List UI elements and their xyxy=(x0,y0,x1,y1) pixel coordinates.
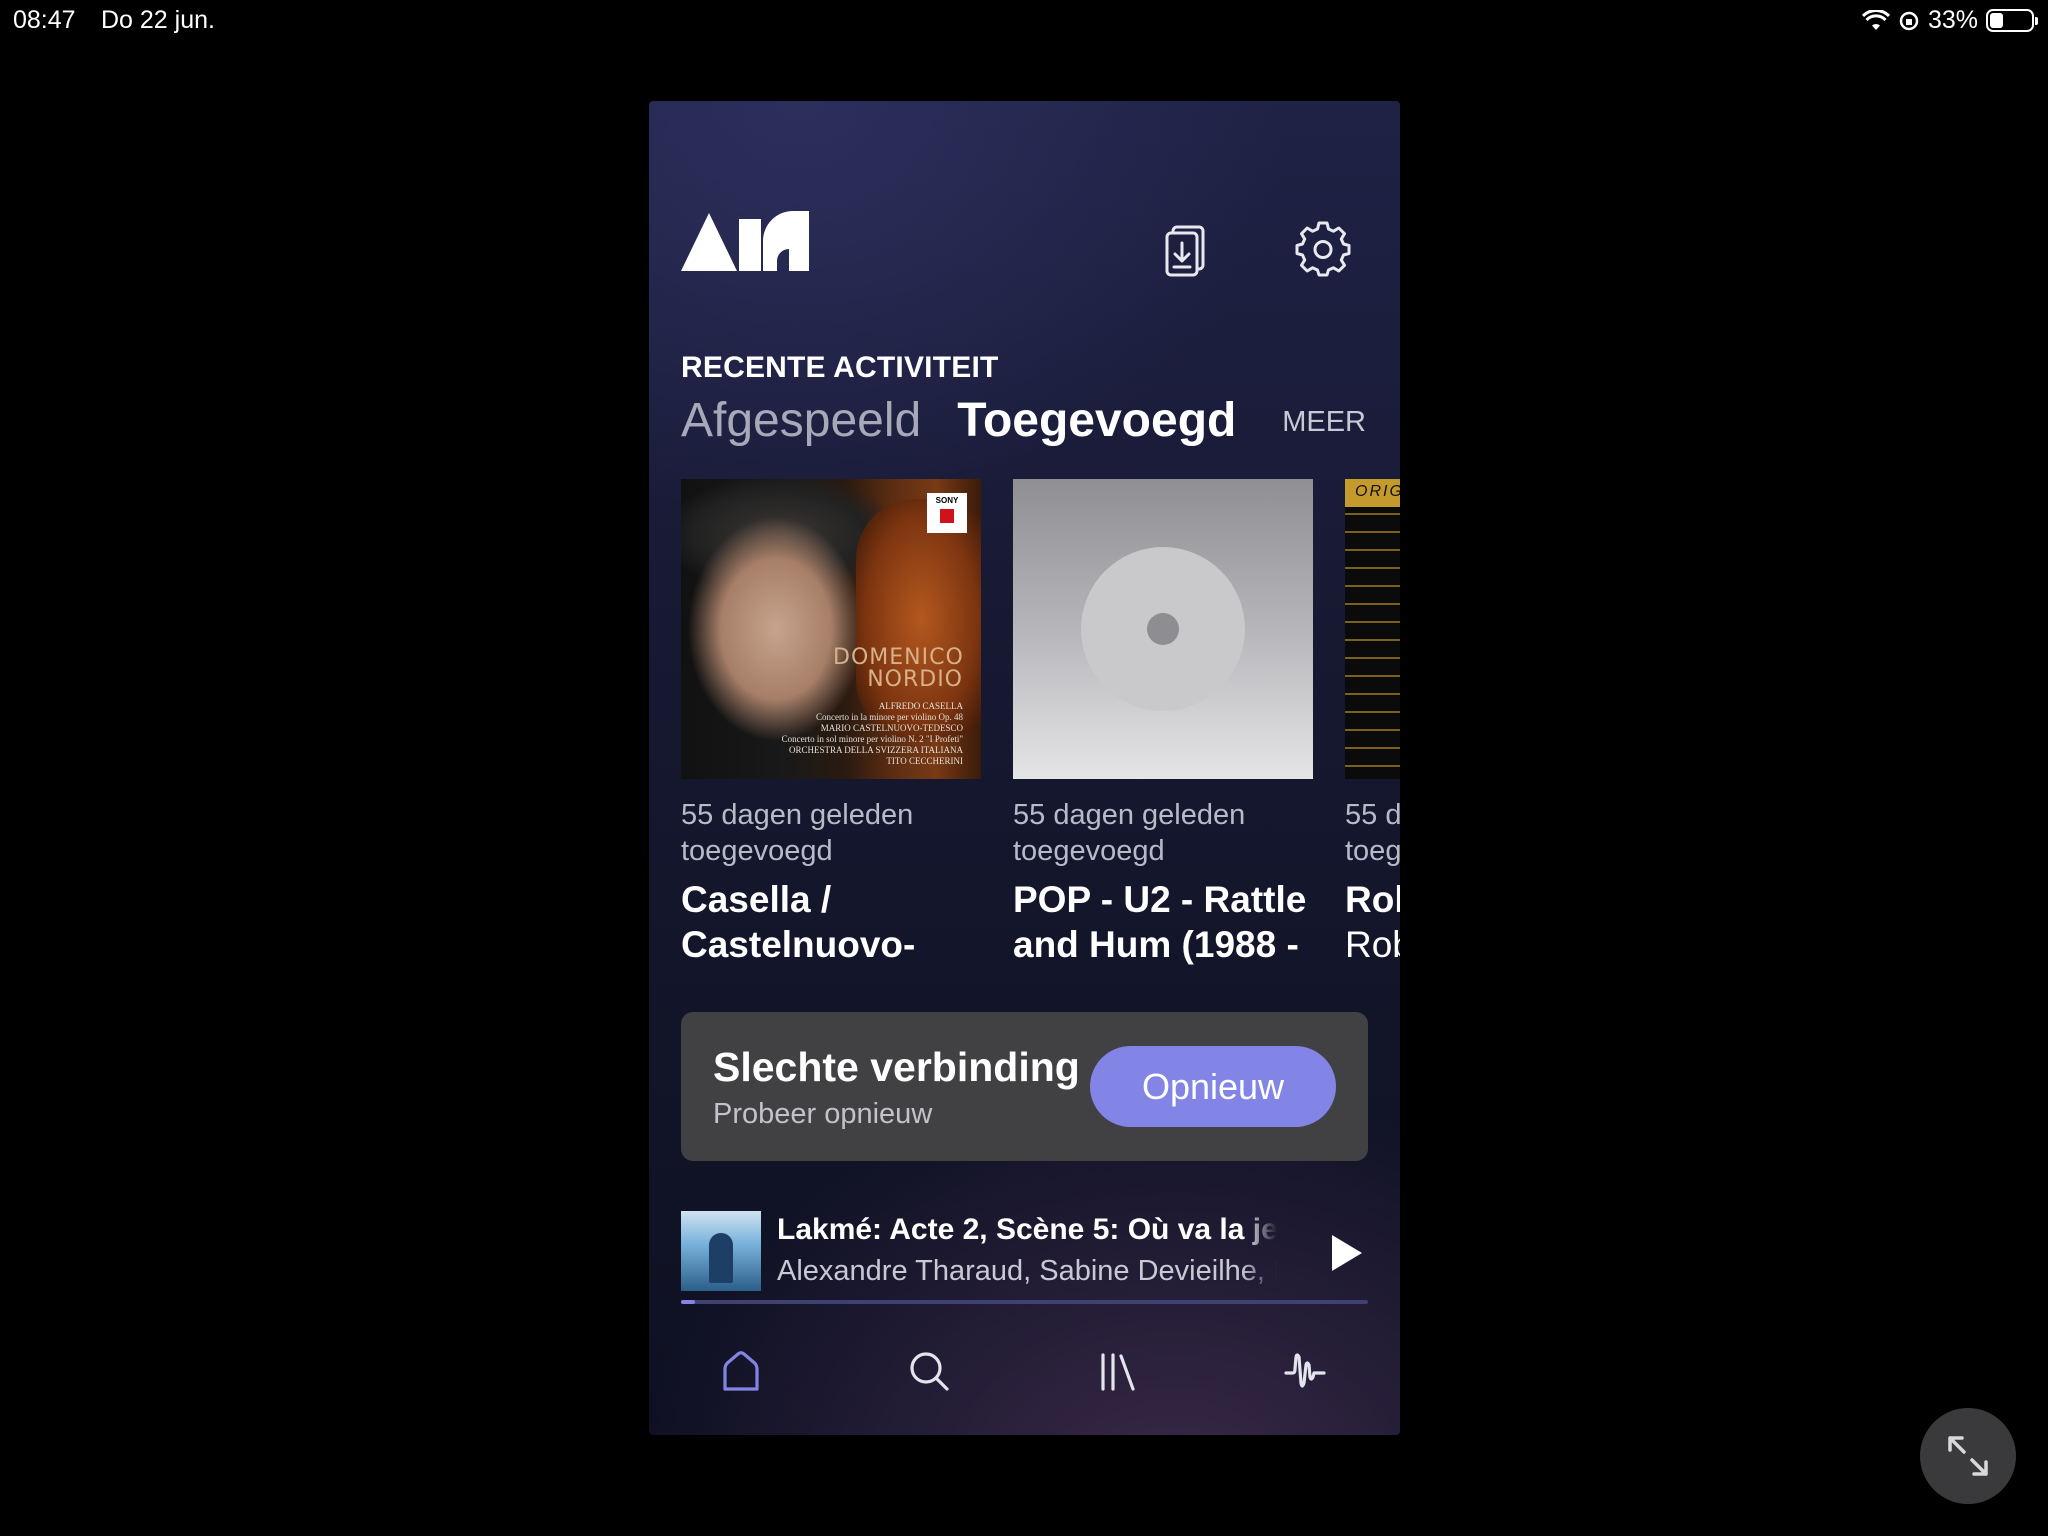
library-icon xyxy=(1101,1353,1135,1391)
album-cover[interactable]: ORIG xyxy=(1345,479,1400,779)
retry-button[interactable]: Opnieuw xyxy=(1090,1046,1336,1127)
nav-search[interactable] xyxy=(899,1341,959,1401)
album-card[interactable]: ORIG 55 d toeg Rol Rob xyxy=(1345,479,1400,967)
battery-icon xyxy=(1986,9,2038,32)
play-icon[interactable] xyxy=(1320,1229,1368,1277)
battery-percent: 33% xyxy=(1927,6,1978,34)
playback-progress-fill xyxy=(681,1300,695,1304)
waveform-icon xyxy=(1284,1353,1326,1388)
status-time: 08:47 xyxy=(13,6,76,34)
album-cover[interactable]: SONY DOMENICO NORDIO ALFREDO CASELLA Con… xyxy=(681,479,981,779)
wifi-icon xyxy=(1861,9,1890,30)
album-title: Rol Rob xyxy=(1345,879,1400,965)
nav-home[interactable] xyxy=(711,1341,771,1401)
gear-icon[interactable] xyxy=(1295,221,1351,277)
now-playing-cover[interactable] xyxy=(681,1211,761,1291)
album-cover[interactable] xyxy=(1013,479,1313,779)
status-indicators: 33% xyxy=(1861,6,2038,35)
tab-toegevoegd[interactable]: Toegevoegd xyxy=(957,393,1236,448)
status-date: Do 22 jun. xyxy=(101,6,215,34)
album-title: POP - U2 - Rattle and Hum (1988 - xyxy=(1013,879,1307,965)
more-link[interactable]: MEER xyxy=(1282,406,1366,439)
mini-player[interactable]: Lakmé: Acte 2, Scène 5: Où va la jeune A… xyxy=(681,1211,1368,1301)
nav-library[interactable] xyxy=(1087,1341,1147,1401)
album-card[interactable]: 55 dagen geleden toegevoegd POP - U2 - R… xyxy=(1013,479,1313,967)
download-device-icon[interactable] xyxy=(1159,221,1215,277)
tab-afgespeeld[interactable]: Afgespeeld xyxy=(681,393,921,448)
battery-level xyxy=(1990,13,2004,28)
status-bar: 08:47 Do 22 jun. 33% xyxy=(0,0,2048,40)
connection-banner: Slechte verbinding Probeer opnieuw Opnie… xyxy=(681,1012,1368,1161)
search-icon xyxy=(910,1352,949,1391)
orientation-lock-icon xyxy=(1899,11,1919,30)
nav-activity[interactable] xyxy=(1275,1341,1335,1401)
app-logo-icon xyxy=(681,211,809,271)
bottom-nav xyxy=(649,1341,1400,1421)
recent-carousel: SONY DOMENICO NORDIO ALFREDO CASELLA Con… xyxy=(681,479,1400,1079)
album-card[interactable]: SONY DOMENICO NORDIO ALFREDO CASELLA Con… xyxy=(681,479,981,967)
album-meta: 55 d toeg xyxy=(1345,799,1400,867)
cover-banner: ORIG xyxy=(1345,479,1400,507)
section-title: RECENTE ACTIVITEIT xyxy=(681,351,999,384)
home-icon xyxy=(723,1351,759,1391)
sony-logo: SONY xyxy=(927,493,967,533)
recent-tabs: Afgespeeld Toegevoegd xyxy=(681,393,1236,448)
cover-artist: DOMENICO NORDIO xyxy=(833,645,964,692)
playback-progress[interactable] xyxy=(681,1300,1368,1304)
now-playing-track: Lakmé: Acte 2, Scène 5: Où va la jeune xyxy=(777,1213,1277,1246)
app-window: RECENTE ACTIVITEIT Afgespeeld Toegevoegd… xyxy=(649,101,1400,1435)
expand-button[interactable] xyxy=(1920,1408,2016,1504)
disc-icon xyxy=(1081,547,1245,711)
now-playing-artist: Alexandre Tharaud, Sabine Devieilhe, L xyxy=(777,1255,1277,1287)
connection-title: Slechte verbinding xyxy=(713,1044,1080,1090)
album-meta: 55 dagen geleden toegevoegd xyxy=(681,799,914,867)
album-meta: 55 dagen geleden toegevoegd xyxy=(1013,799,1246,867)
connection-subtitle: Probeer opnieuw xyxy=(713,1098,933,1130)
cover-credits: ALFREDO CASELLA Concerto in la minore pe… xyxy=(781,701,963,766)
expand-arrows-icon xyxy=(1948,1436,1988,1476)
album-title: Casella / Castelnuovo- xyxy=(681,879,916,965)
